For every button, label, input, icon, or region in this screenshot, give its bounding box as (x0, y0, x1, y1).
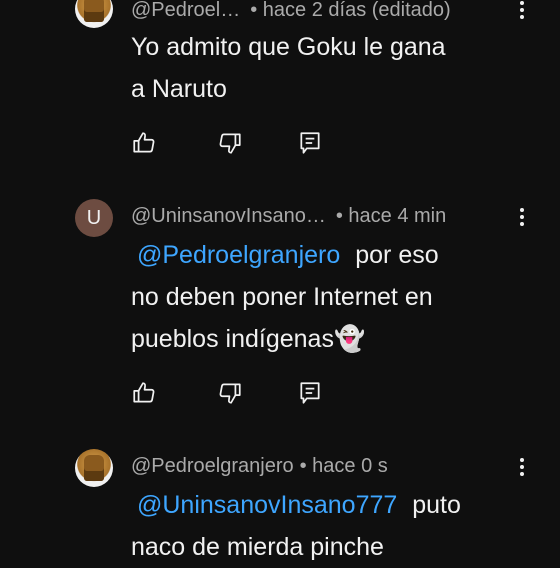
author-handle[interactable]: @UninsanovInsano… (131, 205, 326, 228)
comment-header: @Pedroelgranjero • hace 0 s (131, 452, 388, 480)
comment-timestamp: • hace 0 s (299, 454, 388, 477)
avatar[interactable]: U (75, 199, 113, 237)
thumbs-down-icon[interactable] (217, 130, 243, 156)
comment-header: @Pedroel… • hace 2 días (editado) (131, 0, 451, 24)
comment-text-line: no deben poner Internet en (131, 283, 433, 311)
author-handle[interactable]: @Pedroel… (131, 0, 240, 22)
thumbs-up-icon[interactable] (131, 130, 157, 156)
mention-link[interactable]: @Pedroelgranjero (137, 241, 340, 269)
thumbs-down-icon[interactable] (217, 380, 243, 406)
mention-link[interactable]: @UninsanovInsano777 (137, 491, 397, 519)
avatar[interactable] (75, 449, 113, 487)
more-vert-icon[interactable] (512, 0, 532, 24)
comment-text-line: pueblos indígenas👻 (131, 325, 366, 353)
comment-text-line: a Naruto (131, 75, 227, 103)
avatar[interactable] (75, 0, 113, 28)
comment-text: @UninsanovInsano777 puto naco de mierda … (131, 484, 531, 568)
comment-text-line: por eso (355, 241, 439, 269)
comment-text: Yo admito que Goku le gana a Naruto (131, 26, 531, 110)
reply-comment-icon[interactable] (297, 380, 323, 406)
comment-header: @UninsanovInsano… • hace 4 min (131, 202, 446, 230)
thumbs-up-icon[interactable] (131, 380, 157, 406)
comment-timestamp: • hace 4 min (335, 204, 447, 227)
reply-comment-icon[interactable] (297, 130, 323, 156)
more-vert-icon[interactable] (512, 203, 532, 231)
author-handle[interactable]: @Pedroelgranjero (131, 455, 294, 478)
comment-text-line: naco de mierda pinche (131, 533, 384, 561)
comment-timestamp: • hace 2 días (editado) (250, 0, 451, 21)
comment-text: @Pedroelgranjero por eso no deben poner … (131, 234, 531, 360)
more-vert-icon[interactable] (512, 453, 532, 481)
comment-text-line: puto (412, 491, 461, 519)
comment-text-line: Yo admito que Goku le gana (131, 33, 446, 61)
